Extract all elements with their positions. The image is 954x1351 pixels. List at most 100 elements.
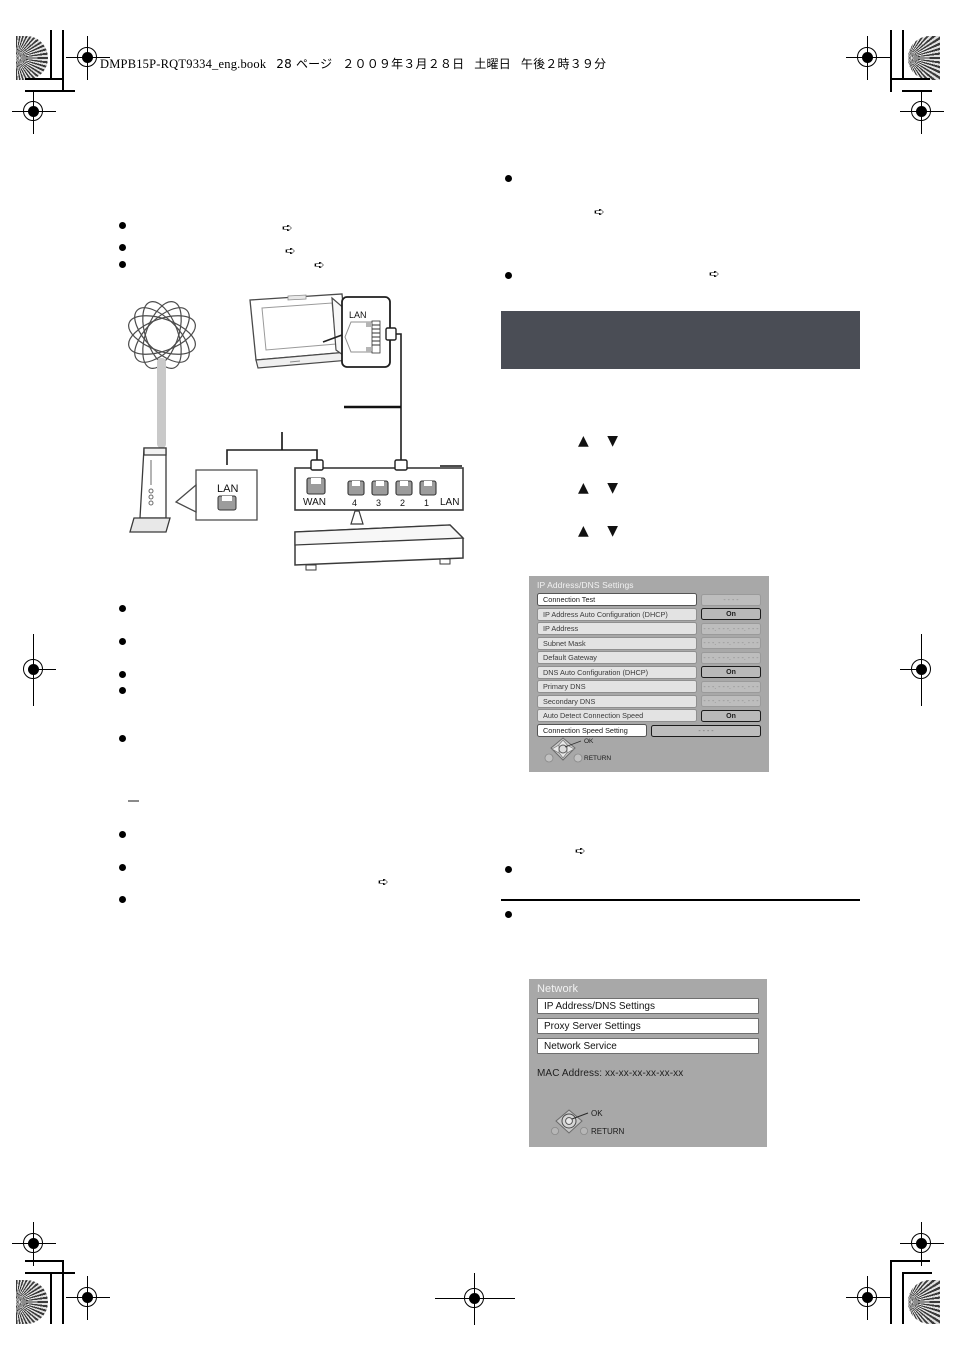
step-arrow-pair-3: ▲ ▼ — [578, 523, 625, 539]
ip-row-subnet-mask[interactable]: Subnet Mask - - -. - - -. - - -. - - - — [537, 636, 761, 650]
body-bullet-right-2 — [505, 272, 512, 279]
ip-row-label: DNS Auto Configuration (DHCP) — [537, 665, 697, 679]
book-filename: DMPB15P-RQT9334_eng.book — [100, 57, 267, 71]
network-settings-screen: Network IP Address/DNS Settings Proxy Se… — [529, 979, 767, 1147]
printed-manual-page: DMPB15P-RQT9334_eng.book 28 ページ ２００９年３月２… — [0, 0, 954, 1351]
crop-line-tl-h1 — [25, 78, 62, 80]
svg-text:LAN: LAN — [349, 310, 367, 320]
crop-line-tl-v1 — [50, 30, 52, 80]
dpad-return-label: RETURN — [591, 1127, 625, 1136]
ip-row-value: - - -. - - -. - - -. - - - — [701, 651, 761, 664]
step-arrow-pair-2: ▲ ▼ — [578, 480, 625, 496]
modem-base — [129, 517, 171, 533]
registration-mark-bottom-right-outer — [900, 1222, 944, 1266]
ip-row-ip-address[interactable]: IP Address - - -. - - -. - - -. - - - — [537, 622, 761, 635]
body-bullet-left-2 — [119, 244, 126, 251]
reference-arrow-icon-4: ➪ — [378, 875, 389, 890]
router-to-player-arrow — [350, 510, 364, 525]
registration-mark-top-right-inner — [846, 36, 890, 80]
ip-screen-title: IP Address/DNS Settings — [537, 580, 634, 590]
crop-line-bl-h2 — [25, 1272, 75, 1274]
body-bullet-left-1 — [119, 222, 126, 229]
crop-line-bl-v2 — [62, 1260, 64, 1324]
reference-arrow-icon-1: ➪ — [282, 221, 293, 236]
ip-row-auto-detect-connection-speed[interactable]: Auto Detect Connection Speed On — [537, 709, 761, 722]
ip-row-primary-dns[interactable]: Primary DNS - - -. - - -. - - -. - - - — [537, 680, 761, 693]
ip-row-value: On — [701, 666, 761, 678]
dish-cable — [157, 358, 166, 448]
reference-arrow-icon-2: ➪ — [285, 244, 296, 259]
modem-lan-callout: LAN — [174, 469, 258, 521]
svg-text:4: 4 — [352, 498, 357, 508]
crop-line-tl-v2 — [62, 30, 64, 92]
crop-line-tr-h1 — [890, 78, 930, 80]
remote-dpad-hint: OK RETURN — [547, 1107, 635, 1139]
ip-row-label: IP Address — [537, 622, 697, 635]
body-bullet-right-3 — [505, 911, 512, 918]
ip-row-default-gateway[interactable]: Default Gateway - - -. - - -. - - -. - -… — [537, 651, 761, 664]
ip-dns-settings-screen: IP Address/DNS Settings Connection Test … — [529, 576, 769, 772]
network-screen-title: Network — [537, 983, 579, 995]
ip-row-label: Primary DNS — [537, 680, 697, 693]
ip-row-value: - - - - — [701, 593, 761, 606]
ip-row-label: Secondary DNS — [537, 694, 697, 708]
ip-row-value: - - -. - - -. - - -. - - - — [701, 680, 761, 693]
book-weekday: 土曜日 — [474, 57, 511, 71]
body-bullet-left-10 — [119, 864, 126, 871]
halftone-gradient-mark-top-right — [908, 36, 940, 80]
registration-mark-left-center — [12, 634, 56, 706]
blu-ray-player-device — [294, 524, 465, 571]
reference-arrow-icon-7: ➪ — [575, 844, 586, 859]
body-bullet-left-6 — [119, 671, 126, 678]
registration-mark-top-right-outer — [900, 90, 944, 134]
network-item-network-service[interactable]: Network Service — [537, 1038, 759, 1054]
ip-row-value: On — [701, 608, 761, 620]
ip-row-value: - - -. - - -. - - -. - - - — [701, 622, 761, 635]
broadband-router-device: WAN 4 3 2 1 LAN — [294, 459, 464, 511]
crop-line-br-v2 — [902, 1272, 904, 1324]
halftone-gradient-mark-top-left — [16, 36, 48, 80]
reference-arrow-icon-5: ➪ — [594, 205, 605, 220]
modem-device — [139, 447, 167, 519]
crop-line-tr-v2 — [902, 30, 904, 80]
body-bullet-left-8 — [119, 735, 126, 742]
body-bullet-left-edge — [505, 866, 512, 873]
crop-line-tr-v1 — [890, 30, 892, 92]
svg-text:2: 2 — [400, 498, 405, 508]
halftone-gradient-mark-bottom-left — [16, 1280, 48, 1324]
ip-row-value: - - -. - - -. - - -. - - - — [701, 695, 761, 707]
step-arrow-pair-1: ▲ ▼ — [578, 433, 625, 449]
ip-row-label: Subnet Mask — [537, 636, 697, 650]
book-time: 午後２時３９分 — [520, 57, 607, 71]
book-page-label: 28 ページ — [276, 57, 333, 71]
ip-row-ip-auto-config-dhcp[interactable]: IP Address Auto Configuration (DHCP) On — [537, 607, 761, 621]
body-bullet-left-11 — [119, 896, 126, 903]
router-wan-label: WAN — [303, 497, 326, 508]
body-bullet-left-5 — [119, 638, 126, 645]
reference-arrow-icon-6: ➪ — [709, 267, 720, 282]
ip-row-connection-test[interactable]: Connection Test - - - - — [537, 593, 761, 606]
crop-line-bl-v1 — [50, 1272, 52, 1324]
dpad-ok-label: OK — [584, 738, 594, 745]
network-item-ip-dns-settings[interactable]: IP Address/DNS Settings — [537, 998, 759, 1014]
ip-row-label: Connection Test — [537, 593, 697, 606]
registration-mark-bottom-left-inner — [66, 1276, 110, 1320]
ip-row-dns-auto-config-dhcp[interactable]: DNS Auto Configuration (DHCP) On — [537, 665, 761, 679]
network-item-proxy-server-settings[interactable]: Proxy Server Settings — [537, 1018, 759, 1034]
section-divider-rule — [501, 899, 860, 901]
modem-to-router-cable — [226, 432, 318, 466]
crop-line-br-v1 — [890, 1260, 892, 1324]
reference-arrow-icon-3: ➪ — [314, 258, 325, 273]
em-dash-mark — [128, 800, 139, 802]
svg-text:1: 1 — [424, 498, 429, 508]
ip-row-label: IP Address Auto Configuration (DHCP) — [537, 607, 697, 621]
mac-address-text: MAC Address: xx-xx-xx-xx-xx-xx — [537, 1068, 684, 1079]
ip-row-secondary-dns[interactable]: Secondary DNS - - -. - - -. - - -. - - - — [537, 694, 761, 708]
dpad-icon — [551, 1109, 589, 1135]
ip-row-label: Auto Detect Connection Speed — [537, 709, 697, 722]
svg-text:LAN: LAN — [217, 483, 238, 495]
registration-mark-bottom-right-inner — [846, 1276, 890, 1320]
crop-line-br-h2 — [902, 1272, 932, 1274]
registration-mark-top-left-outer — [12, 90, 56, 134]
ip-row-label: Default Gateway — [537, 651, 697, 664]
